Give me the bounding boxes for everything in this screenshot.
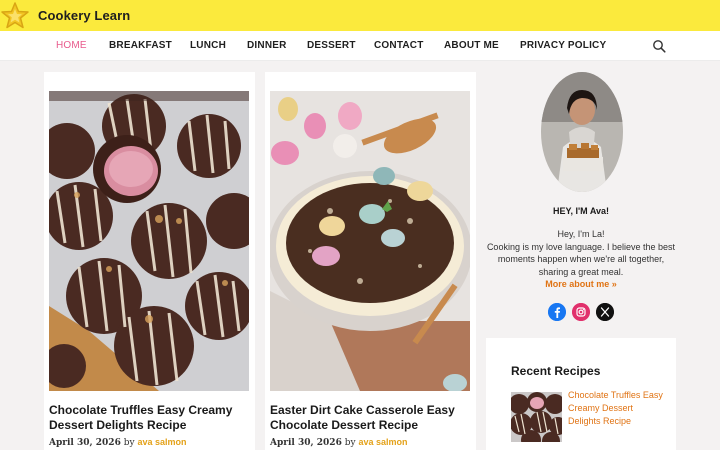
author-avatar <box>541 72 623 192</box>
post-card: Chocolate Truffles Easy Creamy Dessert D… <box>44 72 255 450</box>
post-card: Easter Dirt Cake Casserole Easy Chocolat… <box>265 72 476 450</box>
nav-lunch[interactable]: LUNCH <box>190 40 226 51</box>
x-icon[interactable] <box>596 303 614 321</box>
site-header: Cookery Learn <box>0 0 720 31</box>
post-title[interactable]: Chocolate Truffles Easy Creamy Dessert D… <box>49 403 254 433</box>
nav-privacy-policy[interactable]: PRIVACY POLICY <box>520 40 606 51</box>
nav-dessert[interactable]: DESSERT <box>307 40 356 51</box>
main-nav: HOME BREAKFAST LUNCH DINNER DESSERT CONT… <box>0 31 720 61</box>
nav-home[interactable]: HOME <box>56 40 87 51</box>
recent-recipe-thumbnail[interactable] <box>511 392 562 442</box>
post-title[interactable]: Easter Dirt Cake Casserole Easy Chocolat… <box>270 403 475 433</box>
recent-recipe-link[interactable]: Chocolate Truffles Easy Creamy Dessert D… <box>568 389 668 428</box>
recent-recipes-widget: Recent Recipes Chocolate Truffles Easy C… <box>486 338 676 450</box>
post-meta: April 30, 2026 by ava salmon <box>270 437 407 448</box>
site-title[interactable]: Cookery Learn <box>38 8 130 23</box>
post-by-label: by <box>344 438 356 448</box>
author-greeting: HEY, I'M Ava! <box>553 206 609 216</box>
post-author-link[interactable]: ava salmon <box>137 437 186 447</box>
facebook-icon[interactable] <box>548 303 566 321</box>
post-by-label: by <box>123 438 135 448</box>
post-date: April 30, 2026 <box>49 438 121 448</box>
search-icon[interactable] <box>652 39 666 53</box>
easter-dirt-cake-image[interactable] <box>270 91 470 391</box>
more-about-me-link[interactable]: More about me » <box>486 279 676 289</box>
nav-dinner[interactable]: DINNER <box>247 40 287 51</box>
post-meta: April 30, 2026 by ava salmon <box>49 437 186 448</box>
nav-breakfast[interactable]: BREAKFAST <box>109 40 172 51</box>
author-bio: Hey, I'm La! Cooking is my love language… <box>486 228 676 278</box>
star-logo-icon[interactable] <box>0 1 30 30</box>
nav-contact[interactable]: CONTACT <box>374 40 424 51</box>
post-date: April 30, 2026 <box>270 438 342 448</box>
recent-recipes-heading: Recent Recipes <box>511 364 601 378</box>
author-bio-text: Hey, I'm La! Cooking is my love language… <box>486 229 676 277</box>
chocolate-truffles-image[interactable] <box>49 91 249 391</box>
post-author-link[interactable]: ava salmon <box>358 437 407 447</box>
instagram-icon[interactable] <box>572 303 590 321</box>
nav-about-me[interactable]: ABOUT ME <box>444 40 499 51</box>
